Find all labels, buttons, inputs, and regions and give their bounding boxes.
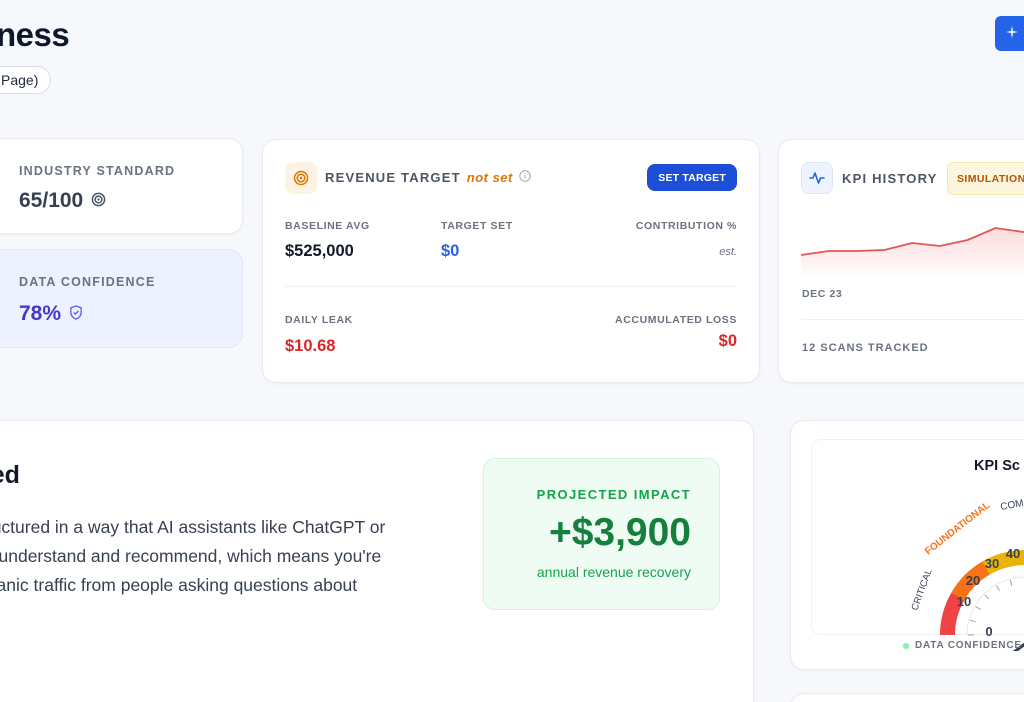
scans-tracked-label: 12 SCANS TRACKED: [802, 342, 929, 354]
revenue-target-label: REVENUE TARGET: [325, 170, 461, 185]
gauge-tick-10: 10: [957, 594, 971, 609]
contribution-value: est.: [719, 246, 737, 258]
divider: [801, 319, 1024, 320]
gauge-zone-competent-label: COM: [1000, 498, 1024, 513]
kpi-history-area: [801, 228, 1024, 280]
divider: [285, 286, 737, 287]
target-set-label: TARGET SET: [441, 220, 513, 232]
next-card: [790, 693, 1024, 702]
page-pill[interactable]: Page): [0, 66, 52, 94]
industry-standard-card: INDUSTRY STANDARD 65/100: [0, 138, 243, 234]
body-line: ly understand and recommend, which means…: [0, 546, 382, 566]
set-target-button[interactable]: SET TARGET: [647, 164, 737, 191]
body-line: rganic traffic from people asking questi…: [0, 575, 358, 595]
activity-icon: [801, 162, 833, 194]
industry-standard-value: 65/100: [19, 189, 84, 212]
revenue-target-card: REVENUE TARGET not set SET TARGET BASELI…: [262, 139, 760, 383]
main-content-card: red tructured in a way that AI assistant…: [0, 420, 754, 702]
industry-standard-value-row: 65/100: [19, 189, 106, 213]
contribution-label: CONTRIBUTION %: [635, 220, 737, 232]
kpi-history-sparkline: [801, 227, 1024, 280]
data-confidence-value: 78%: [19, 302, 62, 325]
target-set-value: $0: [441, 242, 460, 260]
gauge-footer: DATA CONFIDENCE: [903, 640, 1022, 651]
baseline-avg-value: $525,000: [285, 242, 354, 260]
gauge-tick-40: 40: [1006, 546, 1020, 561]
projected-impact-value: +$3,900: [548, 511, 691, 554]
gauge-tick-30: 30: [985, 556, 999, 571]
main-heading: red: [0, 461, 20, 489]
kpi-history-date: DEC 23: [802, 288, 843, 300]
simulation-badge: SIMULATION: [947, 162, 1024, 195]
data-confidence-card: DATA CONFIDENCE 78%: [0, 249, 243, 348]
top-action-button[interactable]: S: [995, 16, 1024, 51]
daily-leak-value: $10.68: [285, 337, 336, 355]
kpi-score-card: KPI Sc 0 10 20 30 40 CRITICAL FOUNDATION…: [790, 420, 1024, 670]
revenue-target-title: REVENUE TARGET not set: [325, 170, 531, 185]
gauge-zone-critical-label: CRITICAL: [909, 568, 934, 612]
kpi-score-gauge: 0 10 20 30 40 CRITICAL FOUNDATIONAL COM: [909, 498, 1024, 651]
shield-check-icon: [69, 302, 83, 326]
main-body-text: tructured in a way that AI assistants li…: [0, 513, 441, 600]
projected-impact-label: PROJECTED IMPACT: [536, 487, 691, 502]
data-confidence-value-row: 78%: [19, 302, 83, 326]
data-confidence-label: DATA CONFIDENCE: [19, 275, 156, 289]
target-icon: [91, 189, 106, 213]
accumulated-loss-value: $0: [718, 332, 737, 350]
gauge-tick-0: 0: [985, 624, 992, 639]
kpi-history-title: KPI HISTORY: [842, 171, 938, 186]
info-icon[interactable]: [519, 170, 531, 185]
page-title: ness: [0, 16, 70, 53]
body-line: tructured in a way that AI assistants li…: [0, 517, 386, 537]
target-icon: [285, 162, 317, 194]
kpi-history-card: KPI HISTORY SIMULATION DEC 23 12 SCANS T…: [778, 139, 1024, 383]
gauge-zone-foundational-label: FOUNDATIONAL: [923, 500, 992, 557]
accumulated-loss-label: ACCUMULATED LOSS: [615, 314, 737, 326]
projected-impact-subtitle: annual revenue recovery: [536, 564, 691, 580]
not-set-label: not set: [466, 170, 513, 185]
baseline-avg-label: BASELINE AVG: [285, 220, 370, 232]
status-dot: [903, 642, 909, 649]
sparkle-icon: [1005, 25, 1019, 42]
gauge-tick-20: 20: [966, 573, 980, 588]
projected-impact-box: PROJECTED IMPACT +$3,900 annual revenue …: [483, 458, 720, 610]
gauge-footer-label: DATA CONFIDENCE: [915, 640, 1022, 651]
industry-standard-label: INDUSTRY STANDARD: [19, 164, 176, 178]
daily-leak-label: DAILY LEAK: [285, 314, 353, 326]
